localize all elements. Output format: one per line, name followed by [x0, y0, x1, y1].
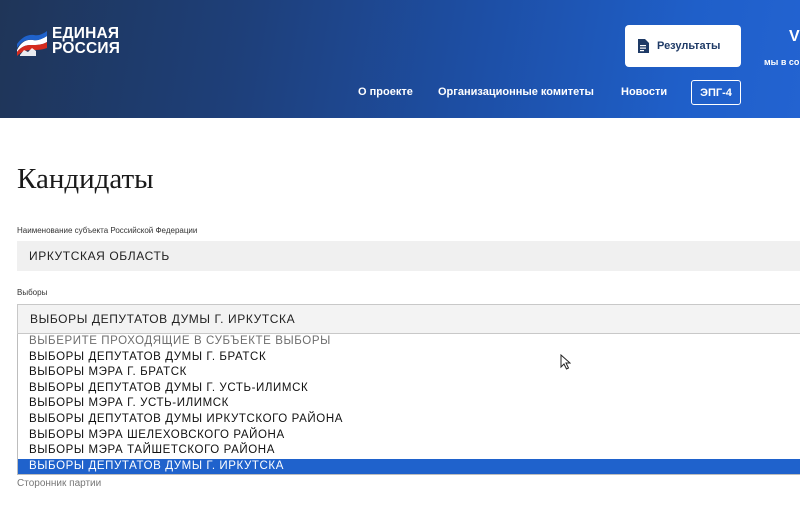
nav-committees[interactable]: Организационные комитеты [438, 86, 594, 98]
elections-label: Выборы [17, 288, 48, 297]
nav-about[interactable]: О проекте [358, 86, 413, 98]
bear-flag-logo-icon [17, 31, 47, 56]
social-glyph[interactable]: V [789, 28, 800, 46]
party-logo[interactable]: ЕДИНАЯ РОССИЯ [16, 26, 134, 60]
region-label: Наименование субъекта Российской Федерац… [17, 226, 198, 235]
dropdown-option-selected[interactable]: ВЫБОРЫ ДЕПУТАТОВ ДУМЫ Г. ИРКУТСКА [18, 458, 800, 475]
epg-button[interactable]: ЭПГ-4 [691, 80, 741, 105]
dropdown-option[interactable]: ВЫБОРЫ ДЕПУТАТОВ ДУМЫ Г. УСТЬ-ИЛИМСК [18, 381, 800, 397]
results-button[interactable]: Результаты [625, 25, 741, 67]
dropdown-option[interactable]: ВЫБОРЫ ДЕПУТАТОВ ДУМЫ ИРКУТСКОГО РАЙОНА [18, 412, 800, 428]
dropdown-option[interactable]: ВЫБОРЫ МЭРА ТАЙШЕТСКОГО РАЙОНА [18, 443, 800, 459]
page-title: Кандидаты [17, 163, 154, 195]
logo-text: ЕДИНАЯ РОССИЯ [52, 25, 121, 57]
mouse-pointer-icon [560, 354, 571, 370]
elections-dropdown-list: ВЫБЕРИТЕ ПРОХОДЯЩИЕ В СУБЪЕКТЕ ВЫБОРЫ ВЫ… [17, 334, 800, 475]
dropdown-option[interactable]: ВЫБЕРИТЕ ПРОХОДЯЩИЕ В СУБЪЕКТЕ ВЫБОРЫ [18, 334, 800, 350]
supporter-label: Сторонник партии [17, 478, 102, 489]
results-label: Результаты [657, 40, 721, 52]
dropdown-option[interactable]: ВЫБОРЫ МЭРА Г. УСТЬ-ИЛИМСК [18, 396, 800, 412]
dropdown-option[interactable]: ВЫБОРЫ МЭРА Г. БРАТСК [18, 365, 800, 381]
region-select[interactable]: ИРКУТСКАЯ ОБЛАСТЬ [17, 241, 800, 271]
site-header: ЕДИНАЯ РОССИЯ Результаты V мы в со О про… [0, 0, 800, 118]
dropdown-option[interactable]: ВЫБОРЫ МЭРА ШЕЛЕХОВСКОГО РАЙОНА [18, 428, 800, 444]
document-icon [638, 39, 649, 53]
elections-select[interactable]: ВЫБОРЫ ДЕПУТАТОВ ДУМЫ Г. ИРКУТСКА [17, 304, 800, 334]
nav-news[interactable]: Новости [621, 86, 667, 98]
social-label: мы в со [764, 57, 800, 67]
dropdown-option[interactable]: ВЫБОРЫ ДЕПУТАТОВ ДУМЫ Г. БРАТСК [18, 350, 800, 366]
